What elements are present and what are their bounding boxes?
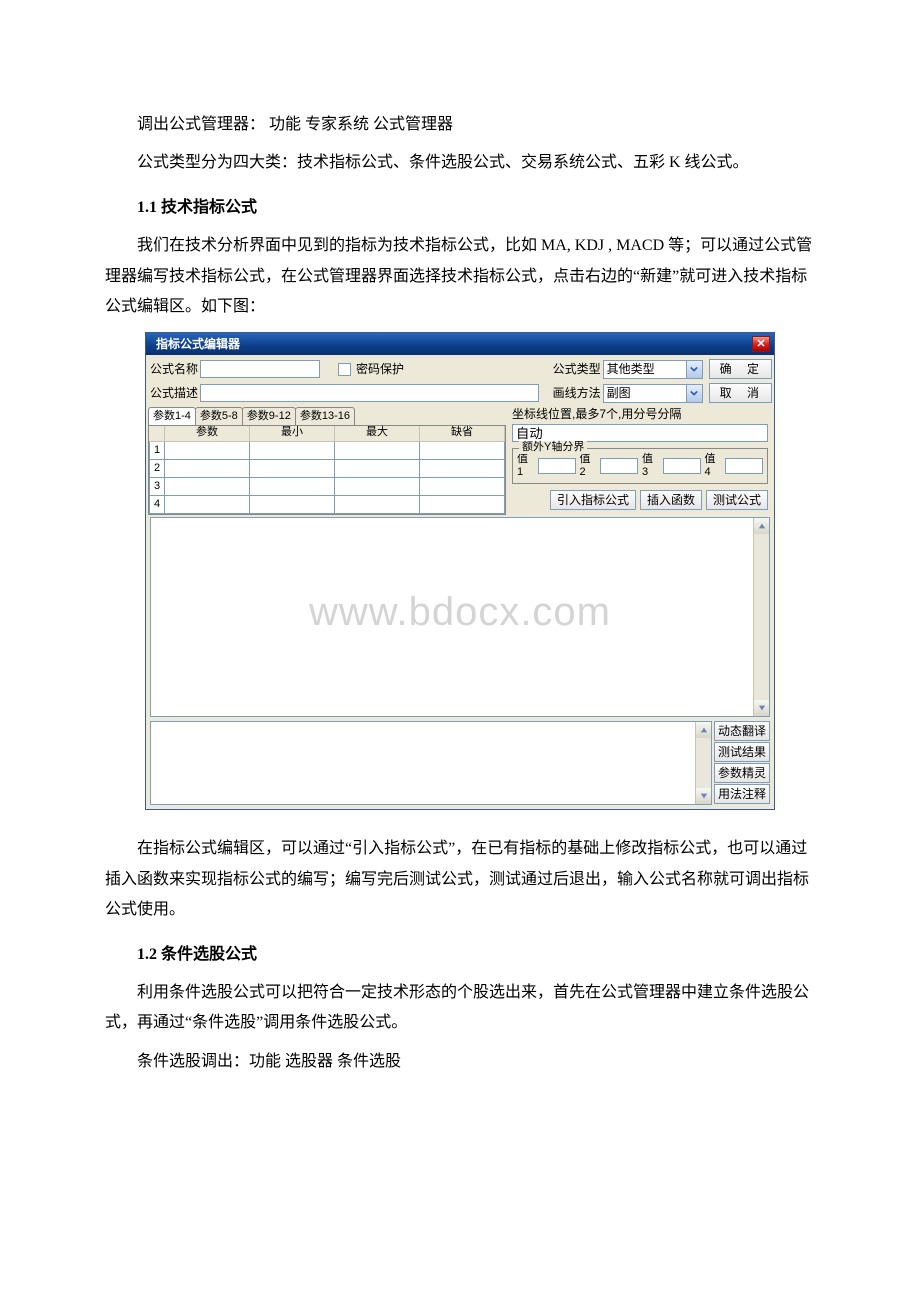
param-cell[interactable] xyxy=(165,442,250,460)
param-tab-9-12[interactable]: 参数9-12 xyxy=(242,407,296,425)
param-cell[interactable] xyxy=(250,496,335,514)
param-grid: 参数 最小 最大 缺省 1 2 3 4 xyxy=(148,425,506,515)
row-num: 2 xyxy=(149,460,165,478)
label-v3: 值3 xyxy=(642,453,659,479)
param-cell[interactable] xyxy=(250,460,335,478)
test-result-button[interactable]: 测试结果 xyxy=(714,742,770,762)
label-coord-positions: 坐标线位置,最多7个,用分号分隔 xyxy=(512,407,768,421)
y-value-2[interactable] xyxy=(600,458,638,474)
formula-editor-dialog: 指标公式编辑器 ✕ 公式名称 密码保护 公式类型 其他类型 确 定 xyxy=(145,332,775,810)
col-default: 缺省 xyxy=(420,426,505,442)
label-extra-y-axis: 额外Y轴分界 xyxy=(519,441,587,454)
arrow-down-icon xyxy=(754,700,769,716)
coord-input[interactable] xyxy=(512,424,768,442)
param-cell[interactable] xyxy=(335,460,420,478)
label-v4: 值4 xyxy=(705,453,722,479)
param-tab-1-4[interactable]: 参数1-4 xyxy=(148,407,196,425)
param-cell[interactable] xyxy=(420,478,505,496)
ok-button[interactable]: 确 定 xyxy=(709,359,772,379)
arrow-up-icon xyxy=(696,722,711,738)
label-v2: 值2 xyxy=(580,453,597,479)
param-cell[interactable] xyxy=(250,478,335,496)
arrow-up-icon xyxy=(754,518,769,534)
paragraph: 我们在技术分析界面中见到的指标为技术指标公式，比如 MA, KDJ , MACD… xyxy=(105,231,815,322)
paragraph: 调出公式管理器： 功能 专家系统 公式管理器 xyxy=(105,110,815,140)
label-password-protect: 密码保护 xyxy=(354,362,406,376)
formula-desc-input[interactable] xyxy=(200,384,539,402)
dynamic-translate-button[interactable]: 动态翻译 xyxy=(714,721,770,741)
paragraph: 利用条件选股公式可以把符合一定技术形态的个股选出来，首先在公式管理器中建立条件选… xyxy=(105,978,815,1039)
usage-notes-button[interactable]: 用法注释 xyxy=(714,784,770,804)
extra-y-fieldset: 额外Y轴分界 值1 值2 值3 值4 xyxy=(512,448,768,484)
label-formula-desc: 公式描述 xyxy=(148,386,200,400)
param-wizard-button[interactable]: 参数精灵 xyxy=(714,763,770,783)
param-cell[interactable] xyxy=(165,478,250,496)
param-cell[interactable] xyxy=(335,496,420,514)
param-cell[interactable] xyxy=(165,496,250,514)
param-cell[interactable] xyxy=(420,460,505,478)
paragraph: 在指标公式编辑区，可以通过“引入指标公式”，在已有指标的基础上修改指标公式，也可… xyxy=(105,834,815,925)
y-value-1[interactable] xyxy=(538,458,576,474)
formula-editor-textarea[interactable]: www.bdocx.com xyxy=(150,517,770,717)
paragraph: 公式类型分为四大类：技术指标公式、条件选股公式、交易系统公式、五彩 K 线公式。 xyxy=(105,148,815,178)
test-formula-button[interactable]: 测试公式 xyxy=(706,490,768,510)
param-cell[interactable] xyxy=(335,478,420,496)
dialog-titlebar: 指标公式编辑器 ✕ xyxy=(146,333,774,355)
section-heading-1-2: 1.2 条件选股公式 xyxy=(105,940,815,970)
y-value-3[interactable] xyxy=(663,458,701,474)
formula-type-select[interactable]: 其他类型 xyxy=(603,360,703,379)
import-formula-button[interactable]: 引入指标公式 xyxy=(550,490,636,510)
formula-type-value: 其他类型 xyxy=(607,362,686,376)
param-tab-13-16[interactable]: 参数13-16 xyxy=(295,407,355,425)
insert-function-button[interactable]: 插入函数 xyxy=(640,490,702,510)
label-formula-name: 公式名称 xyxy=(148,362,200,376)
col-max: 最大 xyxy=(335,426,420,442)
chevron-down-icon xyxy=(686,361,702,378)
param-cell[interactable] xyxy=(420,496,505,514)
formula-name-input[interactable] xyxy=(200,360,320,378)
label-v1: 值1 xyxy=(517,453,534,479)
col-param: 参数 xyxy=(165,426,250,442)
param-cell[interactable] xyxy=(335,442,420,460)
output-textarea[interactable] xyxy=(150,721,712,805)
dialog-title: 指标公式编辑器 xyxy=(156,337,752,351)
param-cell[interactable] xyxy=(165,460,250,478)
y-value-4[interactable] xyxy=(725,458,763,474)
col-min: 最小 xyxy=(250,426,335,442)
label-formula-type: 公式类型 xyxy=(551,362,603,376)
section-heading-1-1: 1.1 技术指标公式 xyxy=(105,193,815,223)
param-tab-5-8[interactable]: 参数5-8 xyxy=(195,407,243,425)
param-tabs: 参数1-4 参数5-8 参数9-12 参数13-16 xyxy=(148,407,506,425)
scrollbar[interactable] xyxy=(695,722,711,804)
label-draw-method: 画线方法 xyxy=(551,386,603,400)
draw-method-select[interactable]: 副图 xyxy=(603,384,703,403)
param-cell[interactable] xyxy=(250,442,335,460)
close-icon[interactable]: ✕ xyxy=(752,336,770,352)
paragraph: 条件选股调出：功能 选股器 条件选股 xyxy=(105,1047,815,1077)
draw-method-value: 副图 xyxy=(607,386,686,400)
row-num: 1 xyxy=(149,442,165,460)
chevron-down-icon xyxy=(686,385,702,402)
row-num: 3 xyxy=(149,478,165,496)
arrow-down-icon xyxy=(696,788,711,804)
cancel-button[interactable]: 取 消 xyxy=(709,383,772,403)
scrollbar[interactable] xyxy=(753,518,769,716)
row-num: 4 xyxy=(149,496,165,514)
password-protect-checkbox[interactable] xyxy=(338,363,351,376)
param-cell[interactable] xyxy=(420,442,505,460)
